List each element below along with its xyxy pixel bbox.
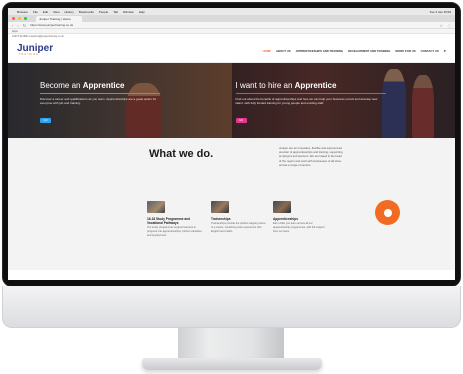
browser-tabbar: Juniper Training | Home <box>8 15 455 22</box>
nav-development[interactable]: DEVELOPMENT AND TRAINING <box>348 49 390 53</box>
hero-right-underline <box>235 93 386 95</box>
menu-item[interactable]: History <box>64 10 73 14</box>
logo-subtitle: TRAINING <box>19 53 39 57</box>
url-field[interactable]: https://www.junipertraining.co.uk <box>30 23 73 27</box>
menu-item[interactable]: View <box>53 10 59 14</box>
menu-item[interactable]: Browser <box>17 10 28 14</box>
service-title: 16-18 Study Programme and Vocational Pat… <box>147 217 191 226</box>
hero-left-underline <box>40 93 160 95</box>
menu-item[interactable]: Edit <box>43 10 48 14</box>
menu-dots-icon[interactable]: ⋮ <box>447 23 451 28</box>
nav-about[interactable]: ABOUT US <box>276 49 291 53</box>
service-title: Apprenticeships <box>273 217 298 221</box>
hero-left-title: Become an Apprentice <box>40 81 125 90</box>
hero-apprentice-panel[interactable]: Become an Apprentice Discover a career a… <box>8 63 232 138</box>
about-text: Juniper are an innovative, flexible and … <box>279 146 343 167</box>
service-card-traineeships[interactable]: Traineeships Traineeships provide the pe… <box>211 201 267 233</box>
hero-left-button[interactable]: GO <box>40 118 51 123</box>
mac-menubar: Browser File Edit View History Bookmarks… <box>8 8 455 15</box>
service-title: Traineeships <box>211 217 231 221</box>
hero-right-title-bold: Apprentice <box>294 81 337 90</box>
service-card-study-programme[interactable]: 16-18 Study Programme and Vocational Pat… <box>147 201 203 238</box>
what-we-do-section: What we do. Juniper are an innovative, f… <box>8 138 455 270</box>
menu-item[interactable]: Tab <box>113 10 118 14</box>
monitor-stand-foot <box>142 358 322 370</box>
service-text: Our study programmes support learners to… <box>147 226 202 237</box>
zoom-window-icon[interactable] <box>24 17 27 20</box>
service-card-apprenticeships[interactable]: Apprenticeships Earn while you learn acr… <box>273 201 329 233</box>
back-icon[interactable]: ‹ <box>12 23 13 28</box>
service-image <box>211 201 229 213</box>
monitor-screen: Browser File Edit View History Bookmarks… <box>8 8 455 280</box>
service-image <box>273 201 291 213</box>
star-icon[interactable]: ☆ <box>439 23 443 28</box>
bookmark-apps[interactable]: Apps <box>12 30 18 33</box>
menubar-clock: Tue 3 Jan 15:09 <box>429 9 451 14</box>
monitor-chin <box>2 286 461 328</box>
monitor-stand-neck <box>178 328 284 362</box>
imac-mockup: Browser File Edit View History Bookmarks… <box>0 0 463 374</box>
address-bar: ‹ › ↻ https://www.junipertraining.co.uk … <box>8 22 455 29</box>
menu-item[interactable]: Window <box>123 10 134 14</box>
browser-tab[interactable]: Juniper Training | Home <box>36 15 82 22</box>
hero-hire-panel[interactable]: I want to hire an Apprentice Find out ab… <box>231 63 455 138</box>
hero-left-text: Discover a career and qualifications as … <box>40 97 157 106</box>
site-header: Juniper TRAINING HOME ABOUT US APPRENTIC… <box>8 39 455 63</box>
main-nav: HOME ABOUT US APPRENTICESHIPS AND TRAINI… <box>263 48 446 53</box>
menu-item[interactable]: People <box>99 10 108 14</box>
section-heading: What we do. <box>149 148 214 160</box>
hero-right-button[interactable]: GO <box>235 118 247 123</box>
hero-right-title: I want to hire an Apprentice <box>236 81 337 90</box>
orange-ring-logo-icon <box>375 200 400 225</box>
close-window-icon[interactable] <box>12 17 15 20</box>
nav-home[interactable]: HOME <box>263 49 271 53</box>
hero-left-title-bold: Apprentice <box>82 81 125 90</box>
minimize-window-icon[interactable] <box>18 17 21 20</box>
nav-apprenticeships[interactable]: APPRENTICESHIPS AND TRAINING <box>296 49 343 53</box>
hero-left-title-pre: Become an <box>40 81 83 90</box>
menu-item[interactable]: Help <box>139 10 145 14</box>
service-text: Earn while you learn across all our appr… <box>273 222 325 233</box>
hero-section: Become an Apprentice Discover a career a… <box>8 63 455 138</box>
hero-right-title-pre: I want to hire an <box>235 81 295 90</box>
ring-center <box>383 208 392 217</box>
menu-item[interactable]: File <box>33 10 38 14</box>
nav-contact[interactable]: CONTACT US <box>421 49 439 53</box>
site-logo[interactable]: Juniper TRAINING <box>17 44 53 57</box>
reload-icon[interactable]: ↻ <box>23 23 26 28</box>
service-image <box>147 201 165 213</box>
service-text: Traineeships provide the perfect steppin… <box>211 222 266 233</box>
menu-item[interactable]: Bookmarks <box>79 10 94 14</box>
forward-icon[interactable]: › <box>17 23 18 28</box>
nav-work-for-us[interactable]: WORK FOR US <box>395 49 415 53</box>
hero-right-text: Find out about the benefits of apprentic… <box>235 97 378 106</box>
search-icon[interactable]: ⌕ <box>444 48 446 53</box>
